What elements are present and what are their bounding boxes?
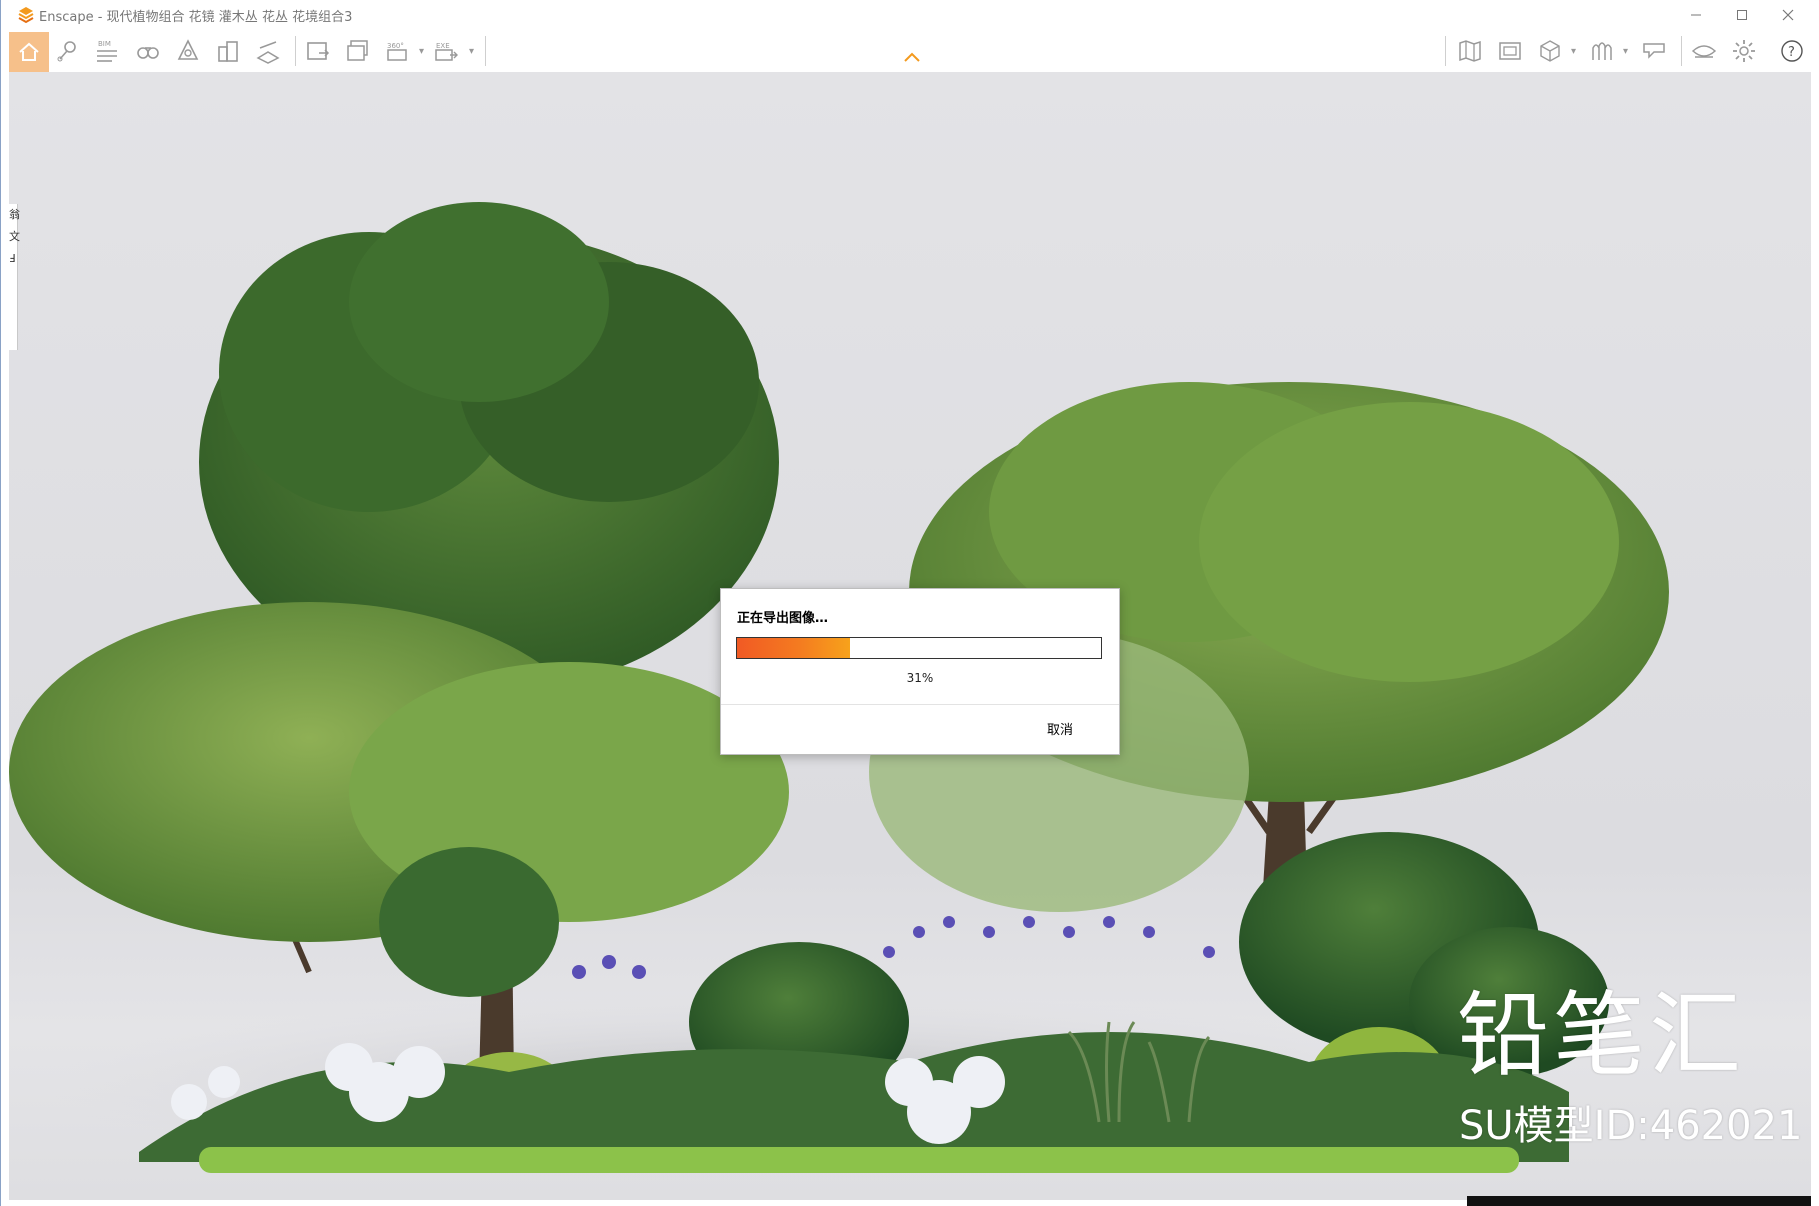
map-icon — [1459, 40, 1481, 62]
collapse-toolbar-icon[interactable] — [902, 50, 922, 64]
collaboration-icon — [1643, 43, 1665, 59]
atmosphere-button[interactable] — [171, 34, 205, 68]
screenshot-button[interactable] — [301, 34, 335, 68]
views-button[interactable] — [51, 34, 85, 68]
batch-render-button[interactable] — [341, 34, 375, 68]
settings-gear-icon — [1733, 40, 1755, 62]
dialog-divider — [721, 704, 1119, 705]
svg-text:EXE: EXE — [436, 42, 450, 50]
exe-export-icon: EXE — [435, 42, 458, 61]
section-icon — [256, 41, 280, 64]
side-panel-char: 文 — [9, 230, 20, 243]
map-pin-icon — [57, 41, 76, 62]
export-progress-dialog: 正在导出图像… 31% 取消 — [720, 588, 1120, 755]
maximize-button[interactable] — [1719, 0, 1765, 30]
atmosphere-icon — [177, 39, 199, 60]
help-icon: ? — [1781, 40, 1803, 62]
settings-button[interactable] — [1727, 34, 1761, 68]
progress-bar-fill — [737, 638, 850, 658]
batch-render-icon — [347, 40, 368, 61]
home-icon — [19, 42, 39, 61]
title-bar: Enscape - 现代植物组合 花镜 灌木丛 花丛 花境组合3 — [1, 0, 1819, 30]
minimize-icon — [1691, 14, 1701, 16]
minimize-button[interactable] — [1673, 0, 1719, 30]
visibility-button[interactable] — [1687, 34, 1721, 68]
progress-bar — [736, 637, 1102, 659]
window-title: Enscape - 现代植物组合 花镜 灌木丛 花丛 花境组合3 — [39, 10, 353, 25]
video-editor-button[interactable] — [1493, 34, 1527, 68]
toolbar-separator — [1445, 36, 1446, 66]
enscape-logo-icon — [18, 7, 34, 24]
svg-text:BIM: BIM — [98, 40, 111, 48]
panorama-button[interactable]: 360° — [381, 34, 415, 68]
svg-text:?: ? — [1788, 45, 1795, 60]
bim-button[interactable]: BIM — [90, 34, 124, 68]
chevron-down-icon[interactable]: ▾ — [469, 46, 474, 57]
chevron-down-icon[interactable]: ▾ — [419, 46, 424, 57]
video-editor-icon — [1499, 42, 1521, 60]
chevron-down-icon[interactable]: ▾ — [1623, 46, 1628, 57]
cube-view-button[interactable] — [1533, 34, 1567, 68]
taskbar-fragment — [1467, 1196, 1811, 1206]
bim-list-icon: BIM — [97, 40, 117, 62]
exe-export-button[interactable]: EXE — [429, 34, 463, 68]
visibility-icon — [1691, 45, 1717, 58]
panorama-360-icon: 360° — [387, 42, 407, 61]
toolbar-separator — [485, 36, 486, 66]
help-button[interactable]: ? — [1775, 34, 1809, 68]
buildings-button[interactable] — [211, 34, 245, 68]
close-button[interactable] — [1765, 0, 1811, 30]
side-panel-strip: 翁 文 Ⅎ — [9, 204, 20, 350]
watermark-brand: 铅笔汇 — [1457, 982, 1746, 1089]
screenshot-export-icon — [307, 42, 330, 60]
enscape-window: Enscape - 现代植物组合 花镜 灌木丛 花丛 花境组合3 BIM 360… — [0, 0, 1819, 1206]
buildings-icon — [218, 41, 238, 62]
close-icon — [1782, 9, 1794, 21]
chevron-down-icon[interactable]: ▾ — [1571, 46, 1576, 57]
side-panel-char: Ⅎ — [9, 252, 16, 265]
asset-library-icon — [1592, 42, 1612, 60]
toolbar-separator — [1681, 36, 1682, 66]
progress-percent: 31% — [906, 671, 934, 685]
svg-text:360°: 360° — [387, 42, 404, 50]
section-button[interactable] — [251, 34, 285, 68]
watermark-model-id: SU模型ID:462021 — [1459, 1103, 1803, 1149]
asset-library-button[interactable] — [1585, 34, 1619, 68]
cancel-button[interactable]: 取消 — [1047, 719, 1073, 738]
collaboration-button[interactable] — [1637, 34, 1671, 68]
binoculars-icon — [137, 47, 159, 59]
side-panel-char: 翁 — [9, 208, 20, 221]
cube-view-icon — [1540, 40, 1560, 62]
toolbar-separator — [295, 36, 296, 66]
binoculars-button[interactable] — [131, 34, 165, 68]
map-button[interactable] — [1453, 34, 1487, 68]
main-toolbar: BIM 360° ▾ EXE ▾ ▾ ▾ ? — [1, 30, 1819, 72]
home-button[interactable] — [9, 32, 49, 72]
dialog-title: 正在导出图像… — [737, 611, 829, 626]
maximize-icon — [1737, 10, 1747, 20]
